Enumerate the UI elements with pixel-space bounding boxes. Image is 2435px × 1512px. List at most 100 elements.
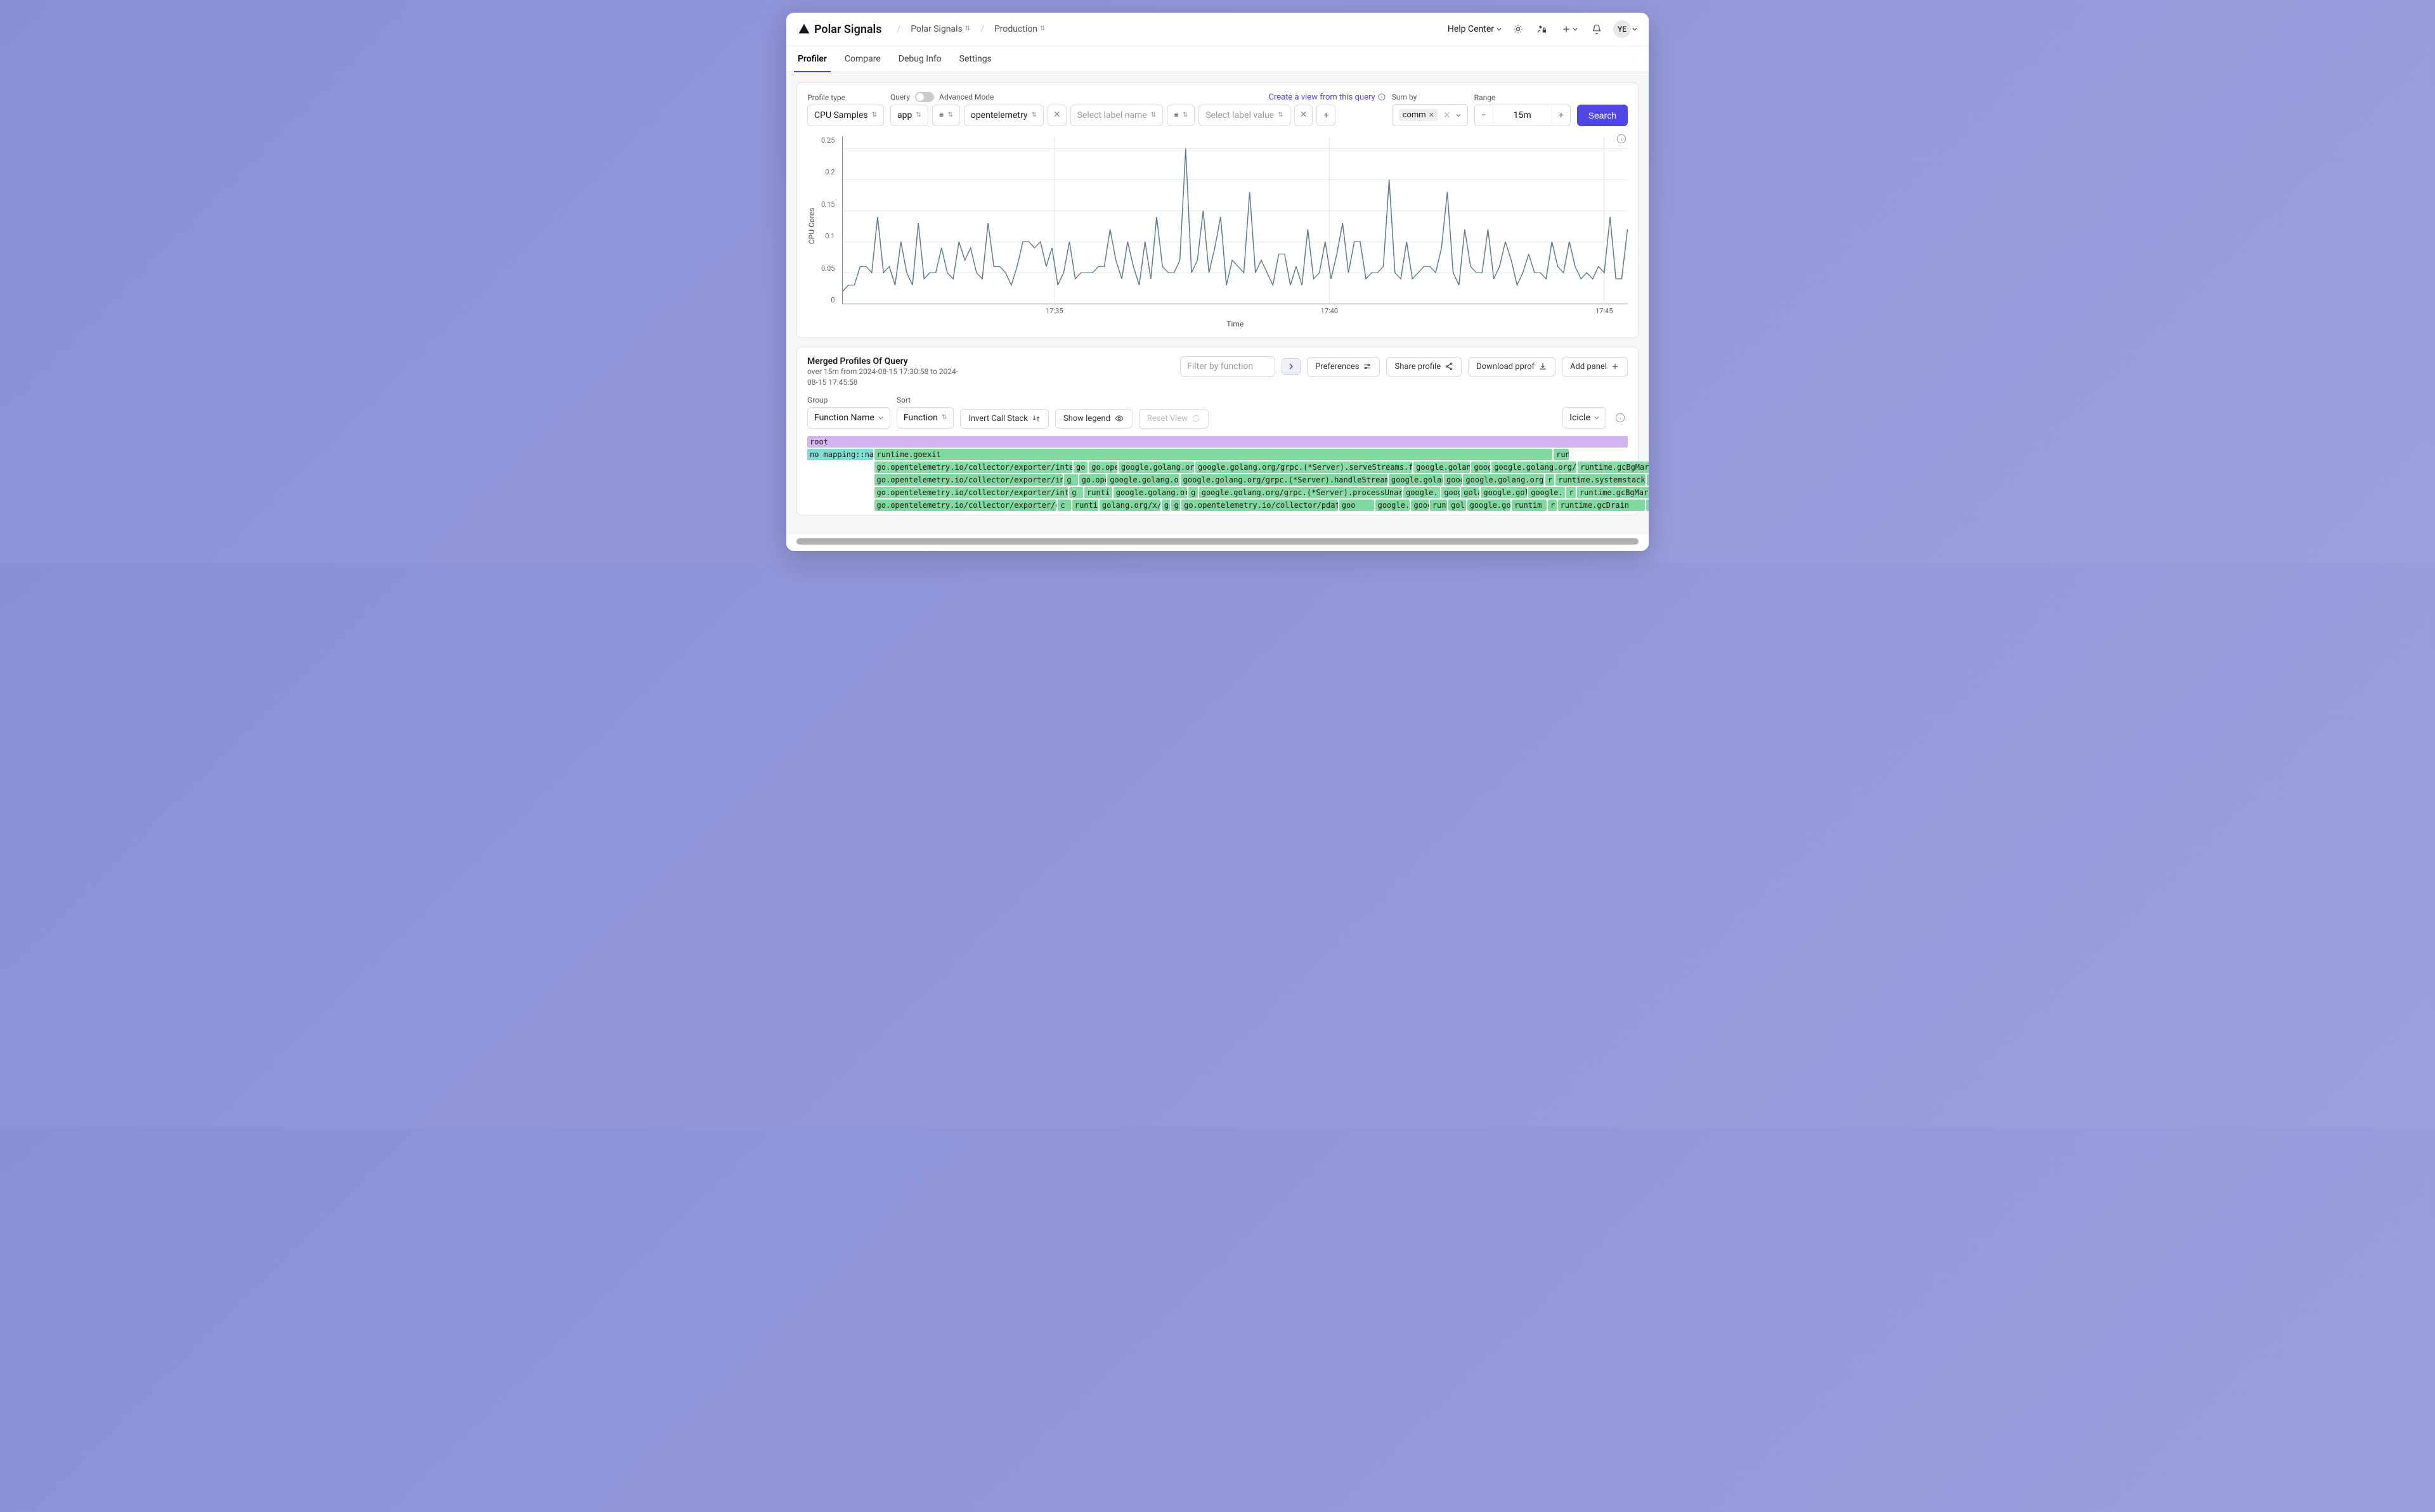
- sum-by-select[interactable]: comm ✕ ✕: [1392, 104, 1468, 126]
- flame-cell[interactable]: goog: [1441, 487, 1460, 498]
- flame-cell[interactable]: google.golang.org/gr: [1491, 462, 1576, 473]
- flame-cell[interactable]: c: [1058, 500, 1071, 511]
- flame-cell[interactable]: g: [1064, 474, 1077, 486]
- flame-cell[interactable]: google.: [1375, 500, 1410, 511]
- sort-select[interactable]: Function ⇅: [897, 407, 954, 429]
- flame-cell[interactable]: r: [1545, 474, 1554, 486]
- flame-cell[interactable]: google.gol: [1481, 487, 1527, 498]
- scrollbar-thumb[interactable]: [796, 538, 1639, 545]
- flame-cell[interactable]: google.golang.org/: [1114, 487, 1187, 498]
- tab-settings[interactable]: Settings: [959, 46, 992, 72]
- range-decrease[interactable]: −: [1475, 106, 1493, 125]
- flame-cell[interactable]: google.gol: [1467, 500, 1511, 511]
- remove-filter-btn[interactable]: ✕: [1048, 105, 1067, 126]
- invert-callstack-btn[interactable]: Invert Call Stack: [960, 409, 1049, 429]
- filter-field-select[interactable]: app ⇅: [890, 105, 928, 126]
- filter-submit-btn[interactable]: [1282, 358, 1301, 375]
- flame-cell[interactable]: runtim: [1512, 500, 1547, 511]
- flame-cell[interactable]: golang.org/x/: [1100, 500, 1160, 511]
- flame-cell[interactable]: runtime.gcDrain: [1558, 500, 1645, 511]
- flame-cell[interactable]: google.golang: [1413, 462, 1470, 473]
- flame-cell[interactable]: googl: [1471, 462, 1490, 473]
- flame-cell[interactable]: google.: [1411, 500, 1428, 511]
- flame-cell[interactable]: go.oper: [1079, 474, 1107, 486]
- flame-cell[interactable]: google.: [1403, 487, 1440, 498]
- clear-sum-by[interactable]: ✕: [1443, 110, 1451, 120]
- advanced-mode-toggle[interactable]: [915, 92, 934, 102]
- flame-cell[interactable]: go.opentelemetry.io/collector/exporter/e…: [874, 500, 1057, 511]
- flame-cell[interactable]: googl: [1444, 474, 1462, 486]
- flame-cell[interactable]: gol: [1448, 500, 1465, 511]
- flame-cell[interactable]: g: [1188, 487, 1198, 498]
- add-panel-btn[interactable]: Add panel: [1562, 357, 1628, 377]
- group-select[interactable]: Function Name: [807, 407, 890, 429]
- flame-cell[interactable]: g: [1162, 500, 1171, 511]
- filter-op-select[interactable]: = ⇅: [932, 105, 960, 126]
- flame-cell[interactable]: google.golang.org/: [1107, 474, 1179, 486]
- flame-cell[interactable]: google.golang.org/: [1119, 462, 1194, 473]
- flame-cell[interactable]: google.golang.org/grpc.(*Server).process…: [1199, 487, 1402, 498]
- flame-cell[interactable]: google.golang.org/gr: [1463, 474, 1544, 486]
- flame-cell[interactable]: go.opentelemetry.io/collector/exporter/i…: [874, 474, 1063, 486]
- reset-view-btn[interactable]: Reset View: [1139, 409, 1209, 429]
- flame-cell[interactable]: run: [1554, 449, 1569, 460]
- remove-label-btn[interactable]: ✕: [1294, 105, 1313, 126]
- flame-cell[interactable]: google.golang.org/grpc.(*Server).serveSt…: [1195, 462, 1412, 473]
- flame-root[interactable]: root: [807, 436, 1628, 448]
- flame-cell[interactable]: runti: [1084, 487, 1112, 498]
- horizontal-scrollbar[interactable]: [796, 538, 1639, 545]
- flame-cell[interactable]: go: [1074, 462, 1088, 473]
- flame-info-btn[interactable]: [1613, 410, 1628, 425]
- label-value-select[interactable]: Select label value ⇅: [1198, 105, 1290, 126]
- flame-cell[interactable]: google.golang.org/grpc.(*Server).handleS…: [1181, 474, 1387, 486]
- remove-tag-btn[interactable]: ✕: [1429, 111, 1434, 119]
- flame-cell[interactable]: r: [1566, 487, 1576, 498]
- create-view-link[interactable]: Create a view from this query: [1268, 93, 1375, 102]
- range-value[interactable]: 15m: [1493, 106, 1552, 125]
- flame-cell[interactable]: runtime.systemstack: [1555, 474, 1646, 486]
- theme-toggle[interactable]: [1510, 22, 1526, 37]
- notifications-btn[interactable]: [1589, 22, 1604, 37]
- breadcrumb-project[interactable]: Production ⇅: [990, 22, 1049, 37]
- flame-cell[interactable]: g: [1069, 487, 1083, 498]
- flame-graph[interactable]: root no mapping::native runtime.goexitru…: [807, 436, 1628, 511]
- tab-profiler[interactable]: Profiler: [798, 46, 827, 72]
- view-mode-select[interactable]: Icicle: [1562, 407, 1606, 429]
- help-center-link[interactable]: Help Center: [1448, 24, 1502, 34]
- flame-cell[interactable]: r: [1548, 500, 1557, 511]
- add-menu[interactable]: [1559, 22, 1580, 37]
- add-filter-btn[interactable]: +: [1316, 105, 1335, 126]
- flame-cell[interactable]: runtime.gcBgMarkWorker: [1578, 462, 1649, 473]
- flame-cell[interactable]: go.oper: [1089, 462, 1117, 473]
- flame-cell[interactable]: r: [1647, 474, 1649, 486]
- flame-cell[interactable]: google.: [1528, 487, 1565, 498]
- flame-cell[interactable]: go.opentelemetry.io/collector/exporter/i…: [874, 462, 1072, 473]
- flame-native[interactable]: no mapping::native: [807, 449, 873, 460]
- flame-cell[interactable]: runtime.gcBgMarkWorker.f: [1577, 487, 1649, 498]
- preferences-btn[interactable]: Preferences: [1307, 357, 1380, 377]
- flame-cell[interactable]: gola: [1461, 487, 1479, 498]
- show-legend-btn[interactable]: Show legend: [1055, 409, 1133, 429]
- filter-function-input[interactable]: Filter by function: [1180, 356, 1275, 377]
- admin-icon-btn[interactable]: [1535, 22, 1550, 37]
- flame-cell[interactable]: runt: [1430, 500, 1447, 511]
- label-name-select[interactable]: Select label name ⇅: [1070, 105, 1164, 126]
- range-increase[interactable]: +: [1552, 106, 1570, 125]
- flame-cell[interactable]: g: [1171, 500, 1180, 511]
- filter-value-select[interactable]: opentelemetry ⇅: [964, 105, 1044, 126]
- brand-logo[interactable]: Polar Signals: [798, 23, 881, 36]
- flame-cell[interactable]: goo: [1339, 500, 1374, 511]
- plot-area[interactable]: 17:3517:4017:45 Time: [842, 136, 1628, 328]
- tab-debug-info[interactable]: Debug Info: [899, 46, 942, 72]
- search-button[interactable]: Search: [1577, 105, 1628, 126]
- share-profile-btn[interactable]: Share profile: [1386, 357, 1462, 377]
- flame-cell[interactable]: runtime.goexit: [874, 449, 1553, 460]
- flame-cell[interactable]: r: [1646, 500, 1649, 511]
- flame-cell[interactable]: google.golang: [1389, 474, 1443, 486]
- profile-type-select[interactable]: CPU Samples ⇅: [807, 105, 884, 126]
- label-op-select[interactable]: = ⇅: [1167, 105, 1195, 126]
- download-pprof-btn[interactable]: Download pprof: [1468, 357, 1555, 377]
- tab-compare[interactable]: Compare: [845, 46, 881, 72]
- flame-cell[interactable]: go.opentelemetry.io/collector/exporter/i…: [874, 487, 1068, 498]
- flame-cell[interactable]: go.opentelemetry.io/collector/pdata/int: [1181, 500, 1338, 511]
